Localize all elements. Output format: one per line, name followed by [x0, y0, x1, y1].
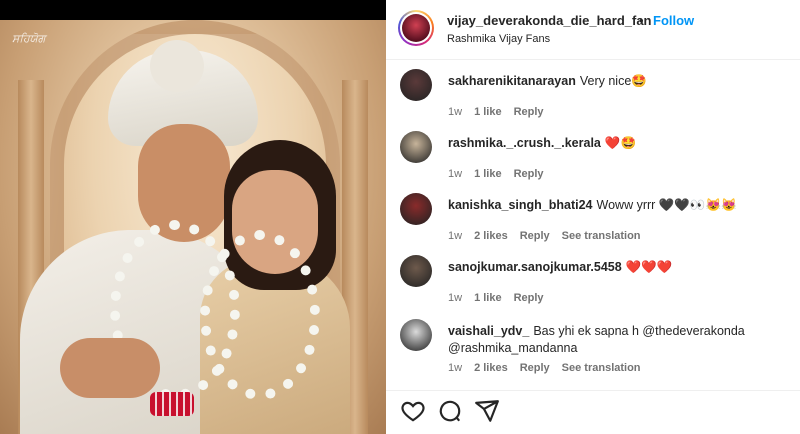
profile-avatar-icon	[402, 14, 430, 42]
comments-panel: vijay_deverakonda_die_hard_fan • Follow …	[386, 0, 800, 434]
comment-meta: 1w 2 likes Reply See translation	[448, 230, 653, 242]
hand	[60, 338, 160, 398]
photo-watermark: ਸਹਿਯੋਗ	[12, 32, 46, 45]
reply-button[interactable]: Reply	[514, 168, 544, 180]
comment-username[interactable]: sanojkumar.sanojkumar.5458	[448, 260, 622, 274]
comment-meta: 1w 1 like Reply	[448, 168, 556, 180]
comment-body: ❤️❤️❤️	[625, 260, 673, 274]
comment-likes[interactable]: 1 like	[474, 292, 502, 304]
comment-likes[interactable]: 1 like	[474, 106, 502, 118]
header-username[interactable]: vijay_deverakonda_die_hard_fan	[447, 13, 652, 28]
commenter-avatar[interactable]	[400, 319, 432, 351]
share-icon[interactable]	[474, 398, 500, 424]
comment-time: 1w	[448, 362, 463, 374]
commenter-avatar[interactable]	[400, 255, 432, 287]
comment-text: kanishka_singh_bhati24 Woww yrrr 🖤🖤👀😻😻	[448, 197, 788, 214]
post-media: ਸਹਿਯੋਗ	[0, 0, 386, 434]
bangles	[150, 392, 194, 416]
comment-body: Very nice🤩	[579, 74, 647, 88]
comment-username[interactable]: kanishka_singh_bhati24	[448, 198, 593, 212]
commenter-avatar[interactable]	[400, 69, 432, 101]
action-bar	[386, 390, 800, 434]
comment-list[interactable]: sakharenikitanarayan Very nice🤩 1w 1 like Re…	[386, 60, 800, 390]
reply-button[interactable]: Reply	[520, 362, 550, 374]
comment-time: 1w	[448, 230, 463, 242]
post-header: vijay_deverakonda_die_hard_fan • Follow …	[386, 0, 800, 60]
comment-meta: 1w 1 like Reply	[448, 292, 556, 304]
comment-username[interactable]: vaishali_ydv_	[448, 324, 529, 338]
reply-button[interactable]: Reply	[520, 230, 550, 242]
reply-button[interactable]: Reply	[514, 292, 544, 304]
commenter-avatar[interactable]	[400, 193, 432, 225]
garland-bride	[200, 230, 320, 400]
comment-username[interactable]: sakharenikitanarayan	[448, 74, 576, 88]
header-separator: •	[639, 13, 644, 28]
comment-meta: 1w 2 likes Reply See translation	[448, 362, 653, 374]
post-photo[interactable]: ਸਹਿਯੋਗ	[0, 20, 386, 434]
see-translation-link[interactable]: See translation	[562, 230, 641, 242]
header-avatar[interactable]	[398, 10, 434, 46]
comment-text: vaishali_ydv_ Bas yhi ek sapna h @thedeve…	[448, 323, 788, 357]
comment-text: rashmika._.crush._.kerala ❤️🤩	[448, 135, 788, 152]
follow-button[interactable]: Follow	[653, 13, 694, 28]
comment-meta: 1w 1 like Reply	[448, 106, 556, 118]
comment-time: 1w	[448, 106, 463, 118]
heart-icon[interactable]	[400, 398, 426, 424]
see-translation-link[interactable]: See translation	[562, 362, 641, 374]
reply-button[interactable]: Reply	[514, 106, 544, 118]
comment-likes[interactable]: 2 likes	[474, 230, 508, 242]
comment-username[interactable]: rashmika._.crush._.kerala	[448, 136, 601, 150]
comment-body: Woww yrrr 🖤🖤👀😻😻	[596, 198, 737, 212]
commenter-avatar[interactable]	[400, 131, 432, 163]
comment-text: sanojkumar.sanojkumar.5458 ❤️❤️❤️	[448, 259, 788, 276]
header-subtitle[interactable]: Rashmika Vijay Fans	[447, 33, 550, 45]
comment-body: ❤️🤩	[604, 136, 637, 150]
turban-knot	[150, 40, 204, 92]
comment-time: 1w	[448, 292, 463, 304]
comment-text: sakharenikitanarayan Very nice🤩	[448, 73, 788, 90]
comment-time: 1w	[448, 168, 463, 180]
comment-likes[interactable]: 1 like	[474, 168, 502, 180]
comment-icon[interactable]	[437, 398, 463, 424]
comment-likes[interactable]: 2 likes	[474, 362, 508, 374]
